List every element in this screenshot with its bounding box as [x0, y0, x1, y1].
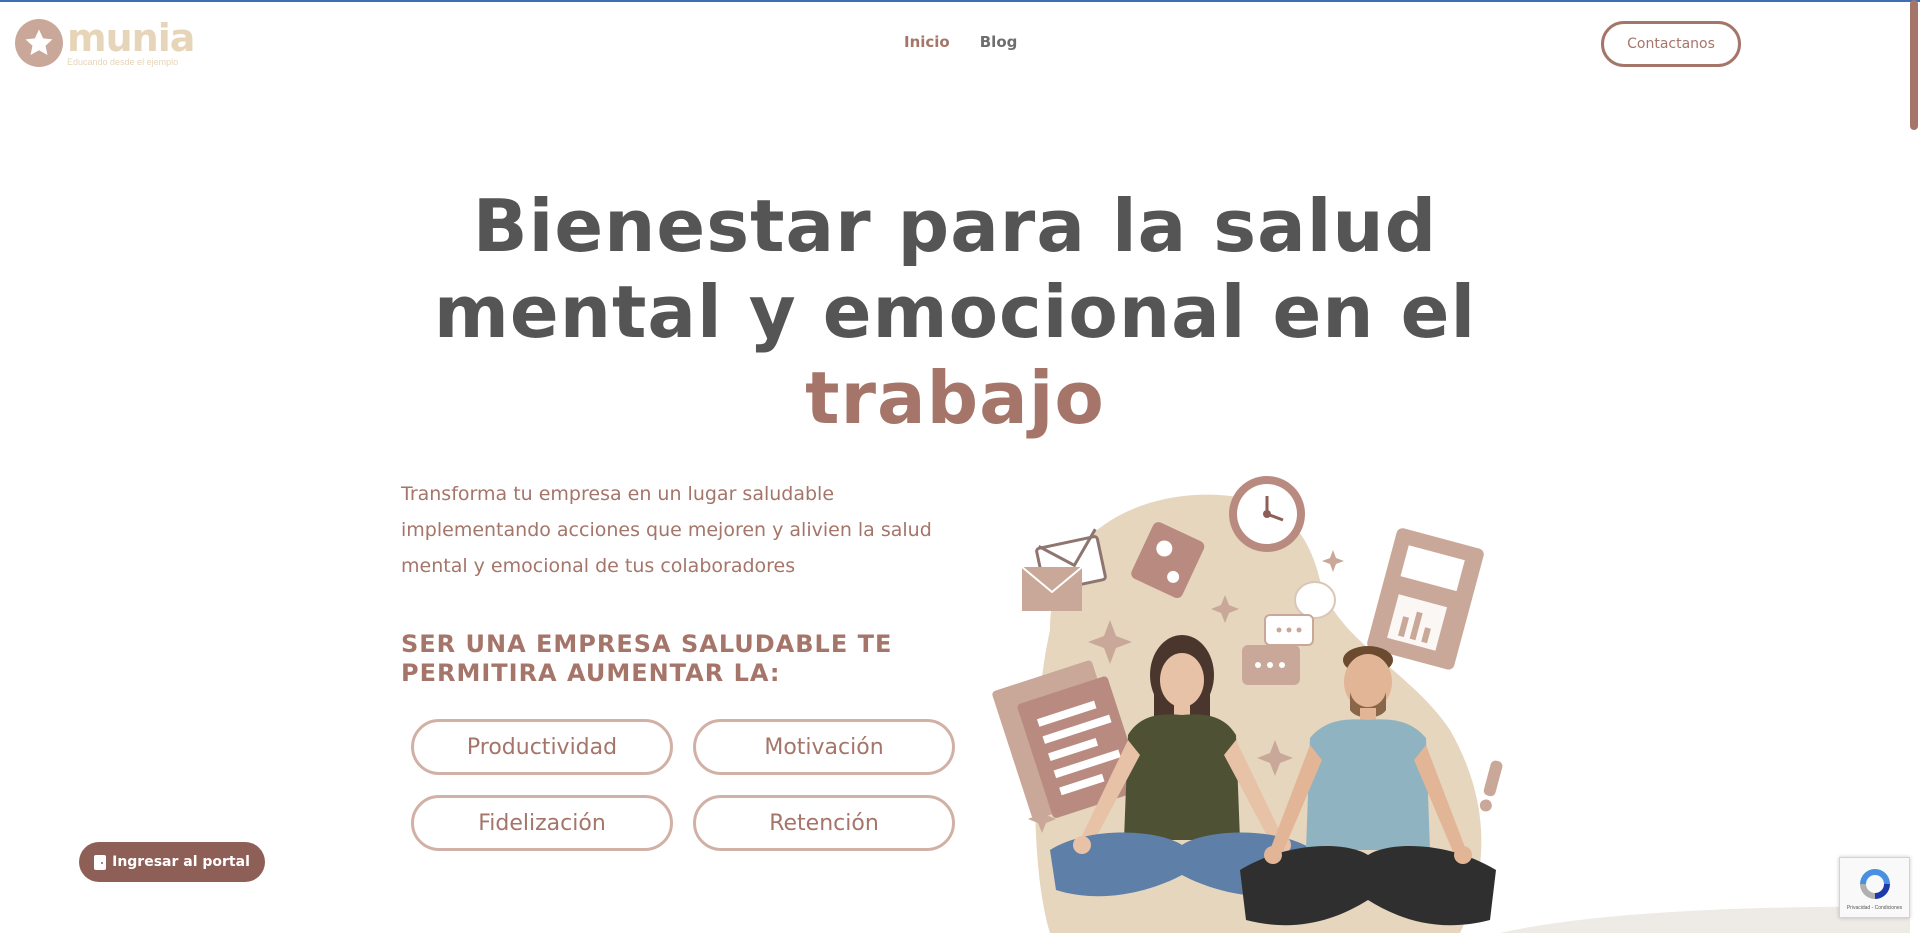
benefit-pill-motivacion: Motivación — [693, 719, 955, 775]
logo-wordmark: munia — [67, 15, 195, 60]
sparkle-icon — [1322, 550, 1344, 572]
hero-title-accent: trabajo — [805, 356, 1105, 440]
hero-title: Bienestar para la salud mental y emocion… — [360, 183, 1550, 441]
door-icon — [94, 854, 107, 870]
nav-link-inicio[interactable]: Inicio — [904, 33, 950, 51]
nav-link-blog[interactable]: Blog — [980, 33, 1018, 51]
contact-button[interactable]: Contactanos — [1601, 21, 1741, 67]
scrollbar-thumb[interactable] — [1910, 0, 1918, 130]
recaptcha-badge[interactable]: Privacidad - Condiciones — [1839, 857, 1910, 918]
logo-tagline: Educando desde el ejemplo — [67, 56, 179, 67]
recaptcha-icon — [1859, 868, 1890, 899]
main-nav: Inicio Blog — [904, 33, 1017, 51]
benefit-pill-retencion: Retención — [693, 795, 955, 851]
clock-icon — [1229, 476, 1305, 552]
benefits-heading: SER UNA EMPRESA SALUDABLE TE PERMITIRA A… — [401, 630, 893, 687]
benefit-pill-productividad: Productividad — [411, 719, 673, 775]
hero-title-line-2: mental y emocional en el — [433, 270, 1477, 354]
site-logo[interactable]: munia Educando desde el ejemplo — [15, 15, 195, 67]
hero-lead-text: Transforma tu empresa en un lugar saluda… — [401, 483, 932, 577]
hero-title-line-1: Bienestar para la salud — [472, 184, 1438, 268]
exclamation-icon — [1479, 760, 1503, 812]
star-icon — [15, 19, 63, 67]
benefit-pill-fidelizacion: Fidelización — [411, 795, 673, 851]
portal-login-button[interactable]: Ingresar al portal — [79, 842, 265, 882]
top-accent-line — [0, 0, 1920, 2]
portal-login-label: Ingresar al portal — [112, 854, 250, 870]
hero-illustration — [992, 476, 1503, 933]
recaptcha-terms[interactable]: Privacidad - Condiciones — [1847, 905, 1902, 911]
